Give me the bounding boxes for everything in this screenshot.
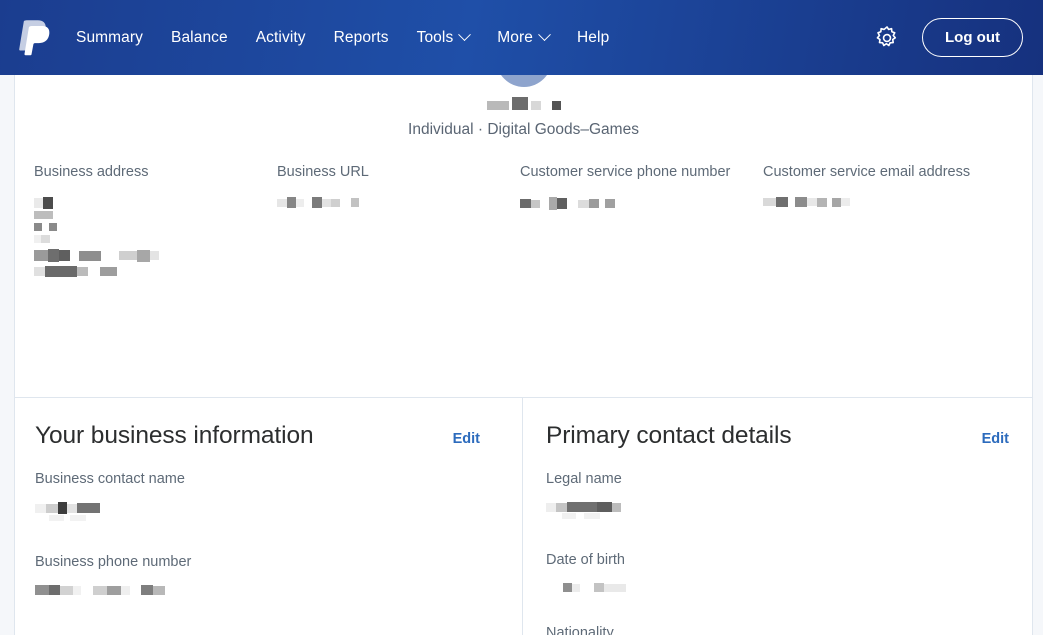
field-label: Business phone number bbox=[35, 554, 192, 570]
nav-right-group: Log out bbox=[874, 18, 1023, 57]
nav-item-label: Reports bbox=[333, 28, 389, 46]
field-business-url: Business URL bbox=[277, 164, 520, 281]
nav-item-label: Tools bbox=[416, 28, 454, 46]
profile-header: Individual · Digital Goods–Games bbox=[15, 75, 1032, 138]
nav-item-summary[interactable]: Summary bbox=[76, 29, 143, 47]
nav-item-label: Activity bbox=[255, 28, 306, 46]
profile-subtitle: Individual · Digital Goods–Games bbox=[408, 121, 639, 138]
field-business-contact-name: Business contact name bbox=[35, 471, 498, 521]
logout-button[interactable]: Log out bbox=[922, 18, 1023, 57]
chevron-down-icon bbox=[458, 28, 472, 42]
field-business-phone-number: Business phone number bbox=[35, 554, 498, 595]
field-business-address: Business address bbox=[34, 164, 277, 281]
business-information-section: Your business information Edit Business … bbox=[15, 398, 521, 635]
field-value-redacted bbox=[34, 197, 277, 277]
field-date-of-birth: Date of birth bbox=[546, 552, 1009, 592]
nav-left-group: Summary Balance Activity Reports Tools M… bbox=[16, 18, 609, 58]
field-label: Business contact name bbox=[35, 471, 185, 487]
field-customer-service-email: Customer service email address bbox=[763, 164, 1006, 281]
edit-business-information-link[interactable]: Edit bbox=[453, 431, 480, 447]
nav-item-label: Help bbox=[577, 28, 610, 46]
section-title: Your business information bbox=[35, 422, 314, 449]
section-title: Primary contact details bbox=[546, 422, 792, 449]
edit-primary-contact-link[interactable]: Edit bbox=[982, 431, 1009, 447]
nav-item-help[interactable]: Help bbox=[577, 29, 609, 47]
top-navigation-bar: Summary Balance Activity Reports Tools M… bbox=[0, 0, 1043, 75]
lower-sections: Your business information Edit Business … bbox=[15, 398, 1032, 635]
top-field-row: Business address Business URL Customer s… bbox=[15, 137, 1032, 281]
section-header: Primary contact details Edit bbox=[546, 422, 1009, 450]
field-value-redacted bbox=[35, 502, 498, 521]
paypal-logo[interactable] bbox=[16, 18, 50, 58]
field-value-redacted bbox=[35, 585, 498, 595]
profile-card: Individual · Digital Goods–Games Busines… bbox=[14, 75, 1033, 635]
field-value-redacted bbox=[546, 583, 1009, 592]
field-value-redacted bbox=[277, 197, 520, 208]
page-body: Individual · Digital Goods–Games Busines… bbox=[0, 75, 1043, 635]
field-value-redacted bbox=[520, 197, 763, 210]
nav-item-balance[interactable]: Balance bbox=[171, 29, 228, 47]
field-value-redacted bbox=[763, 197, 1006, 207]
field-label: Nationality bbox=[546, 625, 614, 635]
field-customer-service-phone: Customer service phone number bbox=[520, 164, 763, 281]
nav-item-tools[interactable]: Tools bbox=[416, 28, 472, 47]
field-legal-name: Legal name bbox=[546, 471, 1009, 519]
nav-item-more[interactable]: More bbox=[497, 28, 551, 47]
nav-item-reports[interactable]: Reports bbox=[334, 29, 389, 47]
nav-item-label: More bbox=[497, 28, 534, 46]
nav-item-label: Summary bbox=[76, 28, 144, 46]
gear-icon[interactable] bbox=[874, 25, 900, 51]
field-label: Customer service phone number bbox=[520, 164, 731, 180]
section-header: Your business information Edit bbox=[35, 422, 498, 450]
field-label: Date of birth bbox=[546, 552, 625, 568]
field-label: Legal name bbox=[546, 471, 622, 487]
nav-item-label: Balance bbox=[171, 28, 228, 46]
nav-links: Summary Balance Activity Reports Tools M… bbox=[76, 28, 609, 47]
field-label: Customer service email address bbox=[763, 164, 971, 180]
chevron-down-icon bbox=[538, 28, 551, 42]
field-label: Business URL bbox=[277, 164, 369, 180]
nav-item-activity[interactable]: Activity bbox=[256, 29, 306, 47]
field-label: Business address bbox=[34, 164, 149, 180]
field-nationality: Nationality bbox=[546, 625, 1009, 635]
field-value-redacted bbox=[546, 502, 1009, 519]
avatar bbox=[495, 75, 552, 87]
primary-contact-section: Primary contact details Edit Legal name bbox=[521, 398, 1032, 635]
business-name-value bbox=[486, 97, 561, 110]
